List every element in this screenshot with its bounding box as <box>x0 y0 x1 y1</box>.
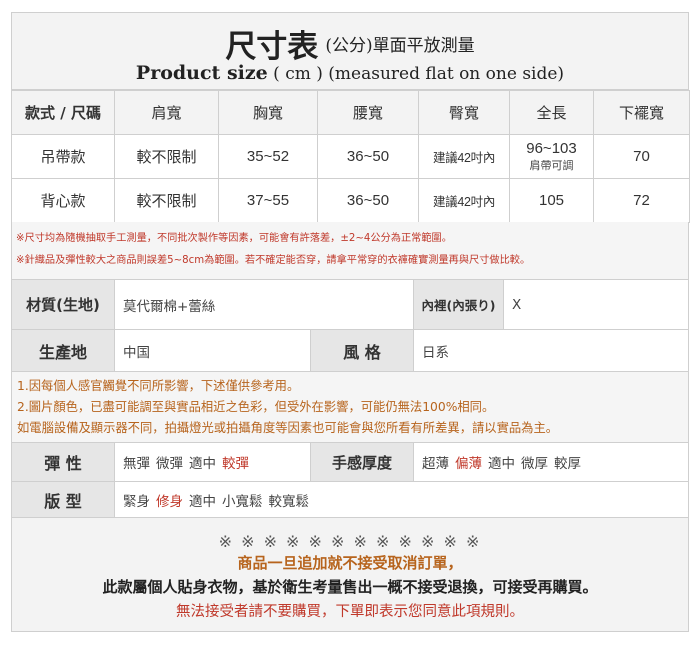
style-label: 風 格 <box>310 330 414 371</box>
row-hem: 70 <box>593 134 690 179</box>
size-table-header-row: 款式 / 尺碼 肩寬 胸寬 腰寬 臀寬 全長 下襬寬 <box>11 90 690 135</box>
row-hip: 建議42吋內 <box>418 134 510 179</box>
title-sub: Product size ( cm ) (measured flat on on… <box>12 62 688 84</box>
notice-stars: ※ ※ ※ ※ ※ ※ ※ ※ ※ ※ ※ ※ <box>218 532 482 551</box>
fit-option: 小寬鬆 <box>222 493 263 510</box>
row-chest: 35~52 <box>218 134 318 179</box>
title-main-text: 尺寸表 <box>225 29 319 65</box>
title-sub-bold: Product size <box>135 62 268 84</box>
elasticity-options: 無彈 微彈 適中 較彈 <box>115 443 310 481</box>
header-shoulder: 肩寬 <box>114 90 219 135</box>
color-notes: 1.因每個人感官觸覺不同所影響，下述僅供參考用。 2.圖片顏色，已盡可能調至與實… <box>11 372 689 443</box>
thickness-label: 手感厚度 <box>310 443 414 481</box>
elasticity-option: 無彈 <box>123 456 150 472</box>
row-style: 背心款 <box>11 178 115 223</box>
material-value: 莫代爾棉+蕾絲 <box>123 298 216 315</box>
row-length: 96~103 肩帶可調 <box>509 134 594 179</box>
title-sub-rest: ( cm ) (measured flat on one side) <box>273 64 565 84</box>
elasticity-option: 適中 <box>189 456 216 472</box>
origin-label: 生產地 <box>12 330 115 371</box>
header-style-size: 款式 / 尺碼 <box>11 90 115 135</box>
lining-label: 內裡(內張り) <box>413 280 504 329</box>
fit-option: 適中 <box>189 493 216 510</box>
measurement-note: ※尺寸均為隨機抽取手工測量，不同批次製作等因素，可能會有許落差，±2~4公分為正… <box>16 233 452 244</box>
row-length-note: 肩帶可調 <box>529 159 574 172</box>
fit-label: 版 型 <box>12 482 115 517</box>
thickness-option: 適中 <box>488 456 515 472</box>
fit-options: 緊身 修身 適中 小寬鬆 較寬鬆 <box>115 482 688 517</box>
title-main-note: (公分)單面平放測量 <box>325 36 475 56</box>
thickness-option-selected: 偏薄 <box>455 456 482 472</box>
lining-value: X <box>512 296 522 313</box>
header-waist: 腰寬 <box>317 90 419 135</box>
thickness-option: 微厚 <box>521 456 548 472</box>
elasticity-row: 彈 性 無彈 微彈 適中 較彈 手感厚度 超薄 偏薄 適中 微厚 較厚 <box>11 443 689 482</box>
header-chest: 胸寬 <box>218 90 318 135</box>
fit-option: 較寬鬆 <box>268 493 310 510</box>
row-style: 吊帶款 <box>11 134 115 179</box>
table-row: 背心款 較不限制 37~55 36~50 建議42吋內 105 72 <box>11 178 690 223</box>
size-table: 款式 / 尺碼 肩寬 胸寬 腰寬 臀寬 全長 下襬寬 吊帶款 較不限制 35~5… <box>11 90 690 223</box>
style-value: 日系 <box>422 344 449 361</box>
row-chest: 37~55 <box>218 178 318 223</box>
thickness-option: 超薄 <box>422 456 449 472</box>
notice-line-2: 此款屬個人貼身衣物，基於衛生考量售出一概不接受退換，可接受再購買。 <box>102 578 598 596</box>
measurement-notes: ※尺寸均為隨機抽取手工測量，不同批次製作等因素，可能會有許落差，±2~4公分為正… <box>11 222 689 280</box>
row-shoulder: 較不限制 <box>114 178 219 223</box>
row-waist: 36~50 <box>317 178 419 223</box>
row-waist: 36~50 <box>317 134 419 179</box>
header-hip: 臀寬 <box>418 90 510 135</box>
row-hip: 建議42吋內 <box>418 178 510 223</box>
row-length-value: 96~103 <box>526 139 577 157</box>
measurement-note: ※針織品及彈性較大之商品則誤差5~8cm為範圍。若不確定能否穿，請拿平常穿的衣褲… <box>16 255 531 266</box>
thickness-option: 較厚 <box>554 456 581 472</box>
color-note: 如電腦設備及顯示器不同，拍攝燈光或拍攝角度等因素也可能會與您所看有所差異，請以實… <box>17 421 559 435</box>
thickness-options: 超薄 偏薄 適中 微厚 較厚 <box>414 443 688 481</box>
color-note: 2.圖片顏色，已盡可能調至與實品相近之色彩，但受外在影響，可能仍無法100%相同… <box>17 400 495 414</box>
table-row: 吊帶款 較不限制 35~52 36~50 建議42吋內 96~103 肩帶可調 … <box>11 134 690 179</box>
notice-line-1: 商品一旦追加就不接受取消訂單， <box>237 554 463 572</box>
elasticity-option: 微彈 <box>156 456 183 472</box>
row-hem: 72 <box>593 178 690 223</box>
fit-option-selected: 修身 <box>156 493 183 510</box>
notice-line-3: 無法接受者請不要購買，下單即表示您同意此項規則。 <box>176 604 524 620</box>
origin-value: 中国 <box>123 344 150 361</box>
fit-row: 版 型 緊身 修身 適中 小寬鬆 較寬鬆 <box>11 482 689 518</box>
elasticity-option-selected: 較彈 <box>222 456 249 472</box>
title-box: 尺寸表 (公分)單面平放測量 Product size ( cm ) (meas… <box>11 12 689 90</box>
origin-row: 生產地 中国 風 格 日系 <box>11 330 689 372</box>
title-main: 尺寸表 (公分)單面平放測量 <box>12 21 688 66</box>
row-shoulder: 較不限制 <box>114 134 219 179</box>
color-note: 1.因每個人感官觸覺不同所影響，下述僅供參考用。 <box>17 379 300 393</box>
fit-option: 緊身 <box>123 493 150 510</box>
material-row: 材質(生地) 莫代爾棉+蕾絲 內裡(內張り) X <box>11 280 689 330</box>
purchase-notice: ※ ※ ※ ※ ※ ※ ※ ※ ※ ※ ※ ※ 商品一旦追加就不接受取消訂單， … <box>11 518 689 632</box>
elasticity-label: 彈 性 <box>12 443 115 481</box>
header-length: 全長 <box>509 90 594 135</box>
material-label: 材質(生地) <box>12 280 115 329</box>
header-hem: 下襬寬 <box>593 90 690 135</box>
row-length: 105 <box>509 178 594 223</box>
